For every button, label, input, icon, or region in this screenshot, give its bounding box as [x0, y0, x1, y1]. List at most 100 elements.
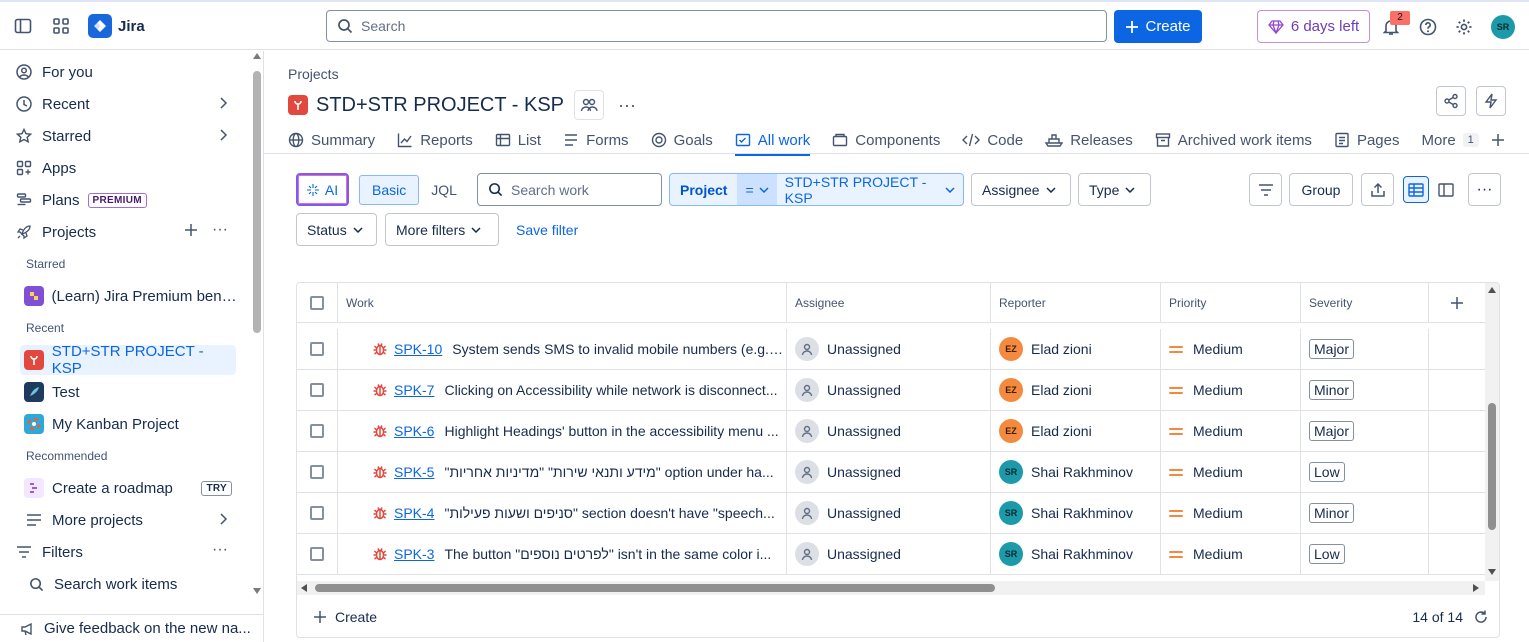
tab-components[interactable]: Components	[832, 126, 940, 154]
severity-cell[interactable]: Low	[1301, 452, 1429, 492]
row-checkbox[interactable]	[310, 506, 324, 520]
row-checkbox[interactable]	[310, 465, 324, 479]
user-avatar[interactable]: SR	[1491, 15, 1515, 39]
tab-summary[interactable]: Summary	[288, 126, 375, 154]
add-project-icon[interactable]	[184, 223, 198, 237]
sidebar-scroll-thumb[interactable]	[253, 71, 261, 333]
more-filters-button[interactable]: More filters	[385, 213, 499, 246]
row-checkbox[interactable]	[310, 342, 324, 356]
recent-project-test[interactable]: Test	[24, 377, 238, 407]
assignee-cell[interactable]: Unassigned	[787, 534, 991, 574]
issue-key-link[interactable]: SPK-4	[394, 505, 434, 521]
assignee-cell[interactable]: Unassigned	[787, 493, 991, 533]
priority-cell[interactable]: Medium	[1161, 452, 1301, 492]
header-work[interactable]: Work	[338, 283, 787, 323]
table-row[interactable]: SPK-5 "מידע ותנאי שירות" "מדיניות אחריות"…	[297, 452, 1485, 493]
severity-cell[interactable]: Major	[1301, 329, 1429, 369]
export-button[interactable]	[1361, 173, 1394, 206]
header-severity[interactable]: Severity	[1301, 283, 1429, 323]
breadcrumb[interactable]: Projects	[288, 66, 339, 82]
sidebar-item-projects[interactable]: Projects ···	[14, 217, 238, 247]
group-button[interactable]: Group	[1289, 173, 1353, 206]
tab-archived-work-items[interactable]: Archived work items	[1155, 126, 1312, 154]
reporter-cell[interactable]: SR Shai Rakhminov	[991, 493, 1161, 533]
issue-key-link[interactable]: SPK-6	[394, 423, 434, 439]
sidebar-item-filters[interactable]: Filters ···	[14, 537, 238, 567]
more-actions-button[interactable]: ···	[1468, 173, 1501, 206]
scroll-up-arrow-icon[interactable]	[1488, 287, 1496, 293]
add-column-button[interactable]	[1429, 283, 1485, 323]
row-checkbox[interactable]	[310, 424, 324, 438]
horizontal-scroll-thumb[interactable]	[315, 584, 995, 592]
sidebar-item-for-you[interactable]: For you	[14, 57, 238, 87]
status-filter[interactable]: Status	[296, 213, 377, 246]
project-filter-operator[interactable]: =	[737, 174, 777, 205]
issue-summary[interactable]: Clicking on Accessibility while network …	[444, 382, 777, 398]
assignee-filter[interactable]: Assignee	[971, 173, 1071, 206]
header-reporter[interactable]: Reporter	[991, 283, 1161, 323]
issue-summary[interactable]: "מידע ותנאי שירות" "מדיניות אחריות" opti…	[444, 464, 773, 480]
share-button[interactable]	[1436, 86, 1466, 116]
table-row[interactable]: SPK-6 Highlight Headings' button in the a…	[297, 411, 1485, 452]
table-row[interactable]: SPK-3 The button "לפרטים נוספים" isn't in…	[297, 534, 1485, 575]
sidebar-item-plans[interactable]: Plans PREMIUM	[14, 185, 238, 215]
app-switcher-icon[interactable]	[52, 17, 70, 35]
assignee-cell[interactable]: Unassigned	[787, 370, 991, 410]
basic-mode-button[interactable]: Basic	[359, 175, 420, 205]
save-filter-link[interactable]: Save filter	[516, 222, 578, 238]
table-row[interactable]: SPK-4 "סניפים ושעות פעילות" section doesn…	[297, 493, 1485, 534]
issue-summary[interactable]: "סניפים ושעות פעילות" section doesn't ha…	[444, 505, 774, 521]
tab-more[interactable]: More 1	[1421, 126, 1479, 154]
reporter-cell[interactable]: EZ Elad zioni	[991, 329, 1161, 369]
reporter-cell[interactable]: EZ Elad zioni	[991, 411, 1161, 451]
list-view-toggle[interactable]	[1403, 176, 1429, 203]
sidebar-toggle-icon[interactable]	[14, 17, 32, 35]
row-checkbox[interactable]	[310, 547, 324, 561]
assignee-cell[interactable]: Unassigned	[787, 452, 991, 492]
severity-cell[interactable]: Minor	[1301, 370, 1429, 410]
project-filter-value[interactable]: STD+STR PROJECT - KSP	[777, 174, 963, 206]
search-work-items-item[interactable]: Search work items	[26, 569, 238, 599]
priority-cell[interactable]: Medium	[1161, 411, 1301, 451]
reporter-cell[interactable]: SR Shai Rakhminov	[991, 534, 1161, 574]
vertical-scroll-thumb[interactable]	[1488, 403, 1496, 530]
create-button[interactable]: Create	[1114, 10, 1202, 43]
issue-key-link[interactable]: SPK-3	[394, 546, 434, 562]
more-options-icon[interactable]: ···	[212, 542, 228, 558]
give-feedback-link[interactable]: Give feedback on the new na...	[0, 614, 263, 642]
sort-button[interactable]	[1249, 173, 1282, 206]
table-horizontal-scrollbar[interactable]	[297, 581, 1485, 595]
scroll-down-arrow-icon[interactable]	[1488, 569, 1496, 575]
automation-button[interactable]	[1476, 86, 1506, 116]
tab-code[interactable]: Code	[962, 126, 1023, 154]
select-all-checkbox[interactable]	[310, 296, 324, 310]
app-name[interactable]: Jira	[118, 18, 145, 35]
assignee-cell[interactable]: Unassigned	[787, 411, 991, 451]
help-icon[interactable]	[1419, 18, 1437, 36]
more-options-icon[interactable]: ···	[212, 222, 228, 238]
tab-reports[interactable]: Reports	[397, 126, 473, 154]
type-filter[interactable]: Type	[1078, 173, 1151, 206]
jira-logo-icon[interactable]	[88, 14, 112, 38]
header-assignee[interactable]: Assignee	[787, 283, 991, 323]
trial-days-left-button[interactable]: 6 days left	[1257, 10, 1370, 43]
tab-releases[interactable]: Releases	[1045, 126, 1133, 154]
sidebar-item-recent[interactable]: Recent	[14, 89, 238, 119]
scroll-right-arrow-icon[interactable]	[1473, 584, 1479, 592]
jql-mode-button[interactable]: JQL	[419, 182, 469, 198]
tab-all-work[interactable]: All work	[734, 126, 810, 156]
global-search-input[interactable]: Search	[326, 10, 1107, 42]
starred-project-item[interactable]: (Learn) Jira Premium bene...	[24, 281, 238, 311]
assignee-cell[interactable]: Unassigned	[787, 329, 991, 369]
more-projects-item[interactable]: More projects	[24, 505, 238, 535]
settings-gear-icon[interactable]	[1455, 18, 1473, 36]
team-icon[interactable]	[574, 90, 605, 120]
table-vertical-scrollbar[interactable]	[1485, 283, 1499, 581]
scroll-up-arrow-icon[interactable]	[253, 53, 261, 59]
priority-cell[interactable]: Medium	[1161, 329, 1301, 369]
scroll-down-arrow-icon[interactable]	[253, 588, 261, 594]
scroll-left-arrow-icon[interactable]	[301, 584, 307, 592]
search-work-input[interactable]: Search work	[477, 173, 662, 206]
severity-cell[interactable]: Major	[1301, 411, 1429, 451]
refresh-icon[interactable]	[1473, 609, 1489, 625]
